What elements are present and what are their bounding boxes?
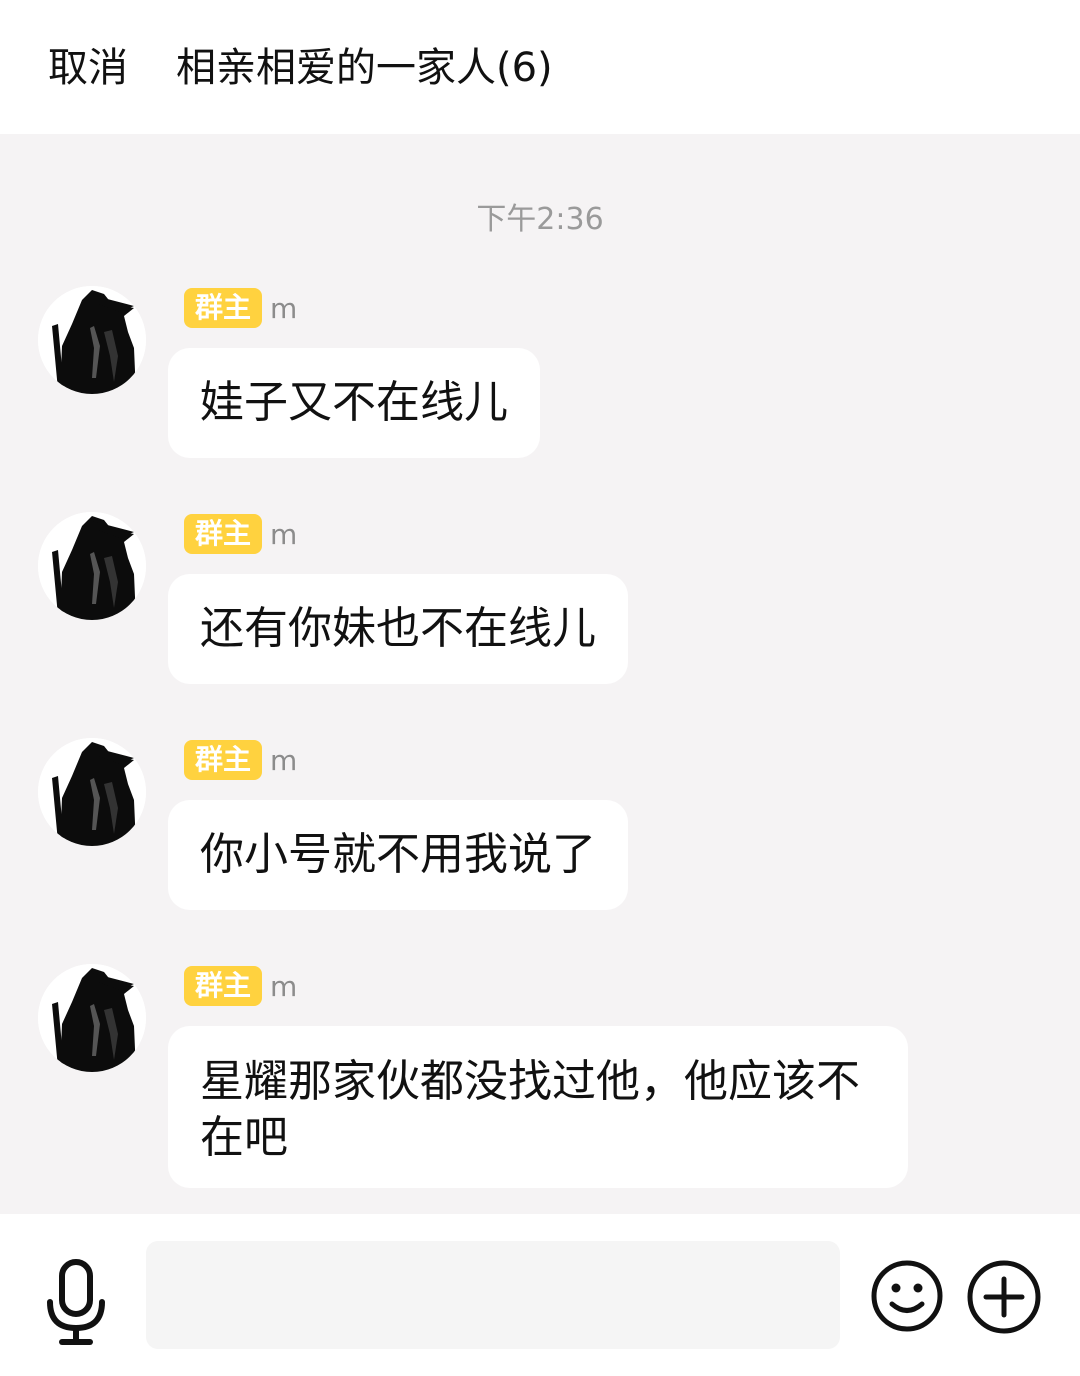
sender-row: 群主 m [184,966,297,1006]
message-input[interactable] [146,1241,840,1349]
owner-badge: 群主 [184,966,263,1006]
avatar[interactable] [38,286,146,394]
avatar-image [38,286,146,394]
sender-name: m [270,291,298,325]
input-bar [0,1214,1080,1376]
chat-title: 相亲相爱的一家人(6) [176,45,553,91]
smiley-icon [871,1260,943,1332]
sender-name: m [270,743,298,777]
avatar-image [38,738,146,846]
sender-row: 群主 m [184,288,297,328]
owner-badge: 群主 [184,288,263,328]
avatar[interactable] [38,512,146,620]
message-timestamp: 下午2:36 [476,202,604,237]
owner-badge: 群主 [184,740,263,780]
more-button[interactable] [966,1259,1042,1335]
message-bubble[interactable]: 星耀那家伙都没找过他，他应该不在吧 [168,1026,908,1188]
message-bubble[interactable]: 还有你妹也不在线儿 [168,574,628,684]
avatar[interactable] [38,964,146,1072]
avatar[interactable] [38,738,146,846]
owner-badge: 群主 [184,514,263,554]
sender-name: m [270,969,298,1003]
message-list[interactable]: 下午2:36 群主 m 娃子又不在线儿 群主 m 还有你妹也不在线儿 群主 m … [0,134,1080,1214]
plus-circle-icon [967,1260,1041,1334]
microphone-icon [47,1259,105,1345]
message-bubble[interactable]: 娃子又不在线儿 [168,348,540,458]
sender-row: 群主 m [184,740,297,780]
chat-header: 取消 相亲相爱的一家人(6) [0,0,1080,134]
microphone-button[interactable] [44,1258,108,1348]
message-bubble[interactable]: 你小号就不用我说了 [168,800,628,910]
sender-row: 群主 m [184,514,297,554]
emoji-button[interactable] [870,1259,944,1333]
avatar-image [38,512,146,620]
avatar-image [38,964,146,1072]
sender-name: m [270,517,298,551]
cancel-button[interactable]: 取消 [48,40,128,96]
